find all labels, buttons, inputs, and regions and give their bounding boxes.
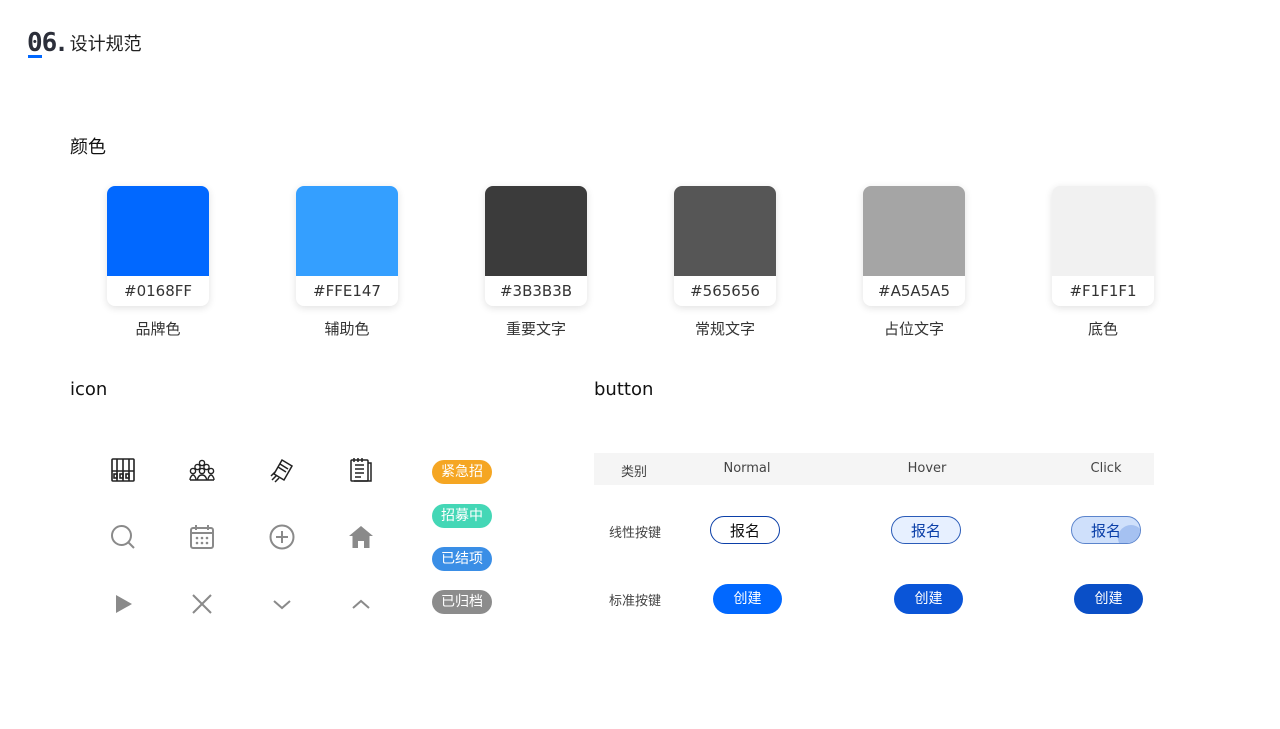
search-icon (108, 522, 138, 552)
play-icon (108, 589, 138, 619)
row-label-outline: 线性按键 (608, 526, 661, 541)
swatch-hex-label: #A5A5A5 (878, 282, 950, 300)
button-section-title: button (594, 379, 654, 400)
status-tag-completed: 已结项 (432, 547, 492, 571)
chevron-up-icon (346, 589, 376, 619)
calendar-icon (187, 522, 217, 552)
create-button-hover[interactable]: 创建 (894, 584, 963, 614)
swatch-fill (485, 186, 587, 276)
color-swatch: #0168FF (107, 186, 209, 306)
swatch-fill (296, 186, 398, 276)
header-category: 类别 (620, 465, 647, 480)
header-click: Click (1090, 461, 1122, 476)
signup-button-hover[interactable]: 报名 (891, 516, 961, 544)
page-title: 设计规范 (69, 34, 142, 55)
swatch-name: 常规文字 (694, 320, 755, 338)
swatch-name: 占位文字 (883, 320, 944, 338)
status-tag-archived: 已归档 (432, 590, 492, 614)
page-header: 06 . 设计规范 (27, 28, 142, 58)
add-circle-icon (267, 522, 297, 552)
close-icon (187, 589, 217, 619)
colors-section-title: 颜色 (70, 137, 106, 158)
handshake-icon (267, 455, 297, 485)
color-swatch: #A5A5A5 (863, 186, 965, 306)
signup-button-click[interactable]: 报名 (1071, 516, 1141, 544)
create-button-normal[interactable]: 创建 (713, 584, 782, 614)
swatch-name: 底色 (1087, 320, 1118, 338)
signup-button-click-label: 报名 (1090, 522, 1121, 540)
section-number-dot: . (57, 32, 66, 57)
signup-button-normal[interactable]: 报名 (710, 516, 780, 544)
section-number: 06 (27, 28, 57, 58)
swatch-fill (1052, 186, 1154, 276)
create-button-click[interactable]: 创建 (1074, 584, 1143, 614)
swatch-fill (107, 186, 209, 276)
home-icon (346, 522, 376, 552)
swatch-hex-label: #565656 (690, 282, 760, 300)
color-swatch: #565656 (674, 186, 776, 306)
color-swatch: #3B3B3B (485, 186, 587, 306)
click-ripple (1118, 525, 1140, 543)
swatch-fill (674, 186, 776, 276)
header-hover: Hover (907, 461, 947, 476)
swatch-hex-label: #3B3B3B (499, 282, 573, 300)
crowd-icon (187, 455, 217, 485)
swatch-hex-label: #FFE147 (313, 282, 381, 300)
row-label-standard: 标准按键 (608, 594, 661, 609)
icon-section-title: icon (70, 379, 108, 400)
color-swatch: #FFE147 (296, 186, 398, 306)
header-normal: Normal (723, 461, 771, 476)
color-swatch: #F1F1F1 (1052, 186, 1154, 306)
status-tag-recruiting: 招募中 (432, 504, 492, 528)
swatch-name: 品牌色 (135, 320, 181, 338)
swatch-hex-label: #F1F1F1 (1069, 282, 1137, 300)
chevron-down-icon (267, 589, 297, 619)
building-icon (108, 455, 138, 485)
swatch-fill (863, 186, 965, 276)
swatch-name: 重要文字 (505, 320, 566, 338)
swatch-hex-label: #0168FF (124, 282, 192, 300)
document-icon (346, 455, 376, 485)
swatch-name: 辅助色 (324, 320, 370, 338)
status-tag-urgent: 紧急招 (432, 460, 492, 484)
